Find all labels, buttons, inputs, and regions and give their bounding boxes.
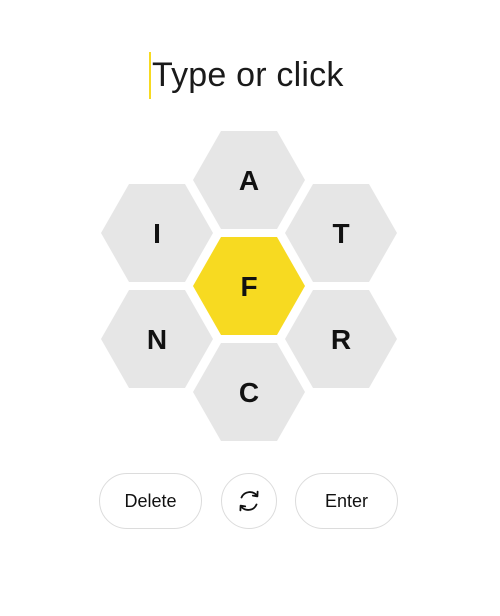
hive-cell-top[interactable]: A — [193, 131, 305, 229]
hive-cell-bottom[interactable]: C — [193, 343, 305, 441]
letter-bottom: C — [239, 377, 259, 408]
letter-lower-left: N — [147, 324, 167, 355]
letter-top: A — [239, 165, 259, 196]
shuffle-icon — [234, 486, 264, 516]
enter-button[interactable]: Enter — [295, 473, 398, 529]
hive-cell-lower-left[interactable]: N — [101, 290, 213, 388]
delete-button[interactable]: Delete — [99, 473, 202, 529]
hive-cell-upper-right[interactable]: T — [285, 184, 397, 282]
hive-cell-upper-left[interactable]: I — [101, 184, 213, 282]
letter-upper-left: I — [153, 218, 161, 249]
hive-cell-lower-right[interactable]: R — [285, 290, 397, 388]
shuffle-button[interactable] — [221, 473, 277, 529]
letter-center: F — [240, 271, 257, 302]
hive-cell-center[interactable]: F — [193, 237, 305, 335]
letter-upper-right: T — [332, 218, 349, 249]
letter-lower-right: R — [331, 324, 351, 355]
